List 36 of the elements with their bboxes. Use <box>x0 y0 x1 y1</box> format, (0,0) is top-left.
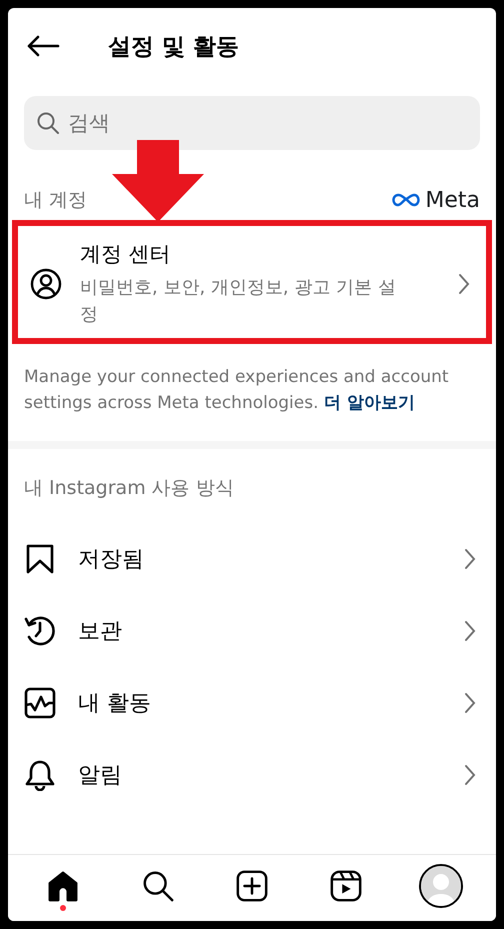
search-icon[interactable] <box>140 869 175 903</box>
settings-item[interactable]: 내 활동 <box>8 666 496 739</box>
chevron-icon <box>464 548 476 570</box>
section-label: 내 계정 <box>24 188 88 213</box>
item-label: 알림 <box>78 762 123 790</box>
chevron-icon <box>458 273 470 295</box>
item-title: 계정 센터 <box>80 241 172 268</box>
history-icon <box>24 614 56 647</box>
bookmark-icon <box>24 542 56 575</box>
item-label: 보관 <box>78 618 123 646</box>
infinity-logo-icon <box>391 192 422 208</box>
item-label: 저장됨 <box>78 546 145 574</box>
item-label: 내 활동 <box>78 690 152 718</box>
reels-icon[interactable] <box>329 869 364 903</box>
item-subtitle: 비밀번호, 보안, 개인정보, 광고 기본 설정 <box>80 276 397 327</box>
person-circle-icon <box>30 268 62 300</box>
activity-chart-icon <box>24 686 56 719</box>
account-center-item[interactable]: 계정 센터 비밀번호, 보안, 개인정보, 광고 기본 설정 <box>12 220 492 344</box>
search-field[interactable]: 검색 <box>24 96 480 150</box>
page-title: 설정 및 활동 <box>108 32 240 62</box>
section-label: 내 Instagram 사용 방식 <box>24 476 234 499</box>
chevron-icon <box>464 764 476 786</box>
bell-icon <box>24 758 56 791</box>
settings-item[interactable]: 알림 <box>8 738 496 811</box>
learn-more-link[interactable]: 더 알아보기 <box>324 393 415 414</box>
settings-item[interactable]: 보관 <box>8 594 496 667</box>
chevron-icon <box>464 620 476 642</box>
settings-item[interactable]: 저장됨 <box>8 522 496 595</box>
back-arrow-icon[interactable] <box>26 35 60 57</box>
avatar[interactable] <box>418 864 463 908</box>
chevron-icon <box>464 692 476 714</box>
add-post-icon[interactable] <box>234 869 269 903</box>
description-text: Manage your connected experiences and account settings across Meta technologies. 더 알아보기 <box>24 366 450 416</box>
brand-name: Meta <box>425 188 480 212</box>
search-icon <box>36 111 60 135</box>
home-icon[interactable] <box>46 869 80 903</box>
